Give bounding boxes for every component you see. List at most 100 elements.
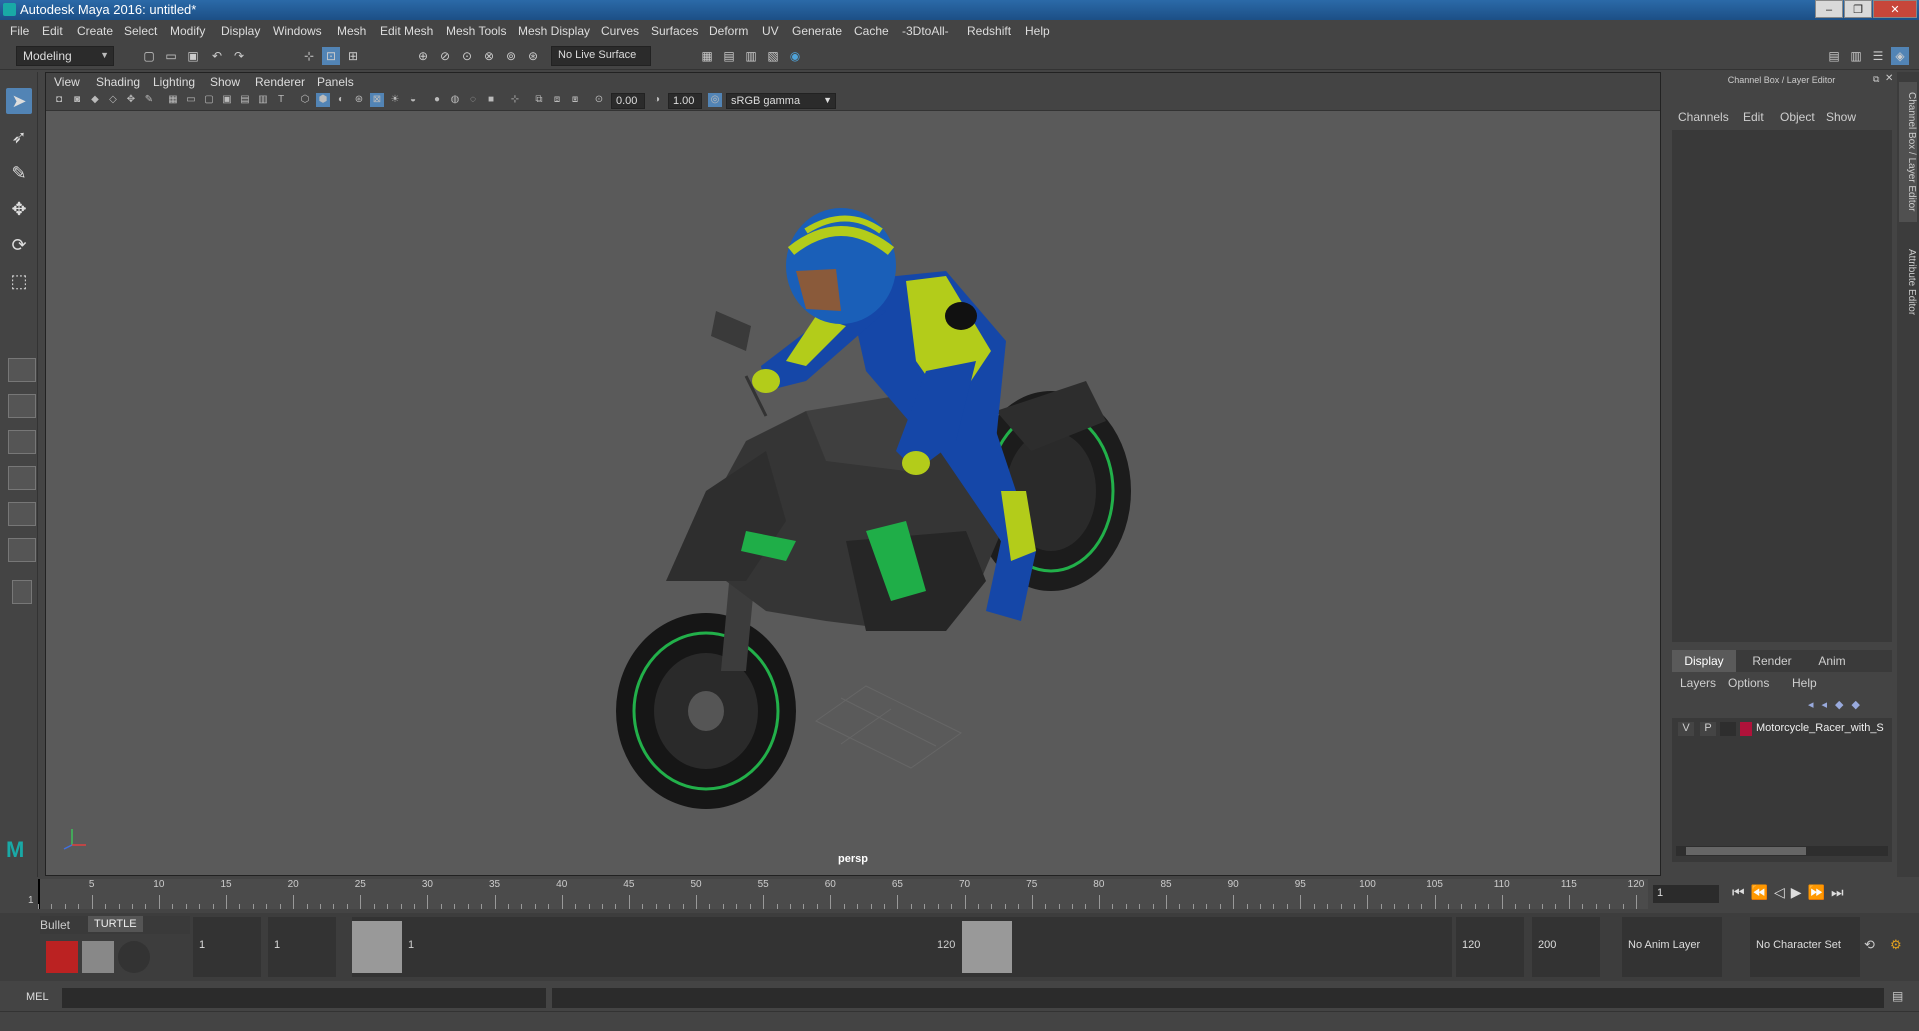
tab-anim[interactable]: Anim bbox=[1802, 650, 1862, 672]
wireframe-on-shaded-icon[interactable]: ⊛ bbox=[352, 93, 366, 107]
range-end-handle[interactable] bbox=[962, 921, 1012, 973]
layer-help-menu[interactable]: Help bbox=[1792, 676, 1817, 690]
scene-end-field[interactable]: 200 bbox=[1532, 917, 1600, 977]
current-frame-field[interactable]: 1 bbox=[1653, 885, 1719, 903]
save-scene-icon[interactable]: ▣ bbox=[184, 47, 202, 65]
script-editor-icon[interactable]: ▤ bbox=[1892, 989, 1910, 1007]
menu-mesh-tools[interactable]: Mesh Tools bbox=[446, 24, 506, 38]
tool-settings-icon[interactable]: ☰ bbox=[1869, 47, 1887, 65]
select-hierarchy-icon[interactable]: ⊹ bbox=[300, 47, 318, 65]
tab-render[interactable]: Render bbox=[1742, 650, 1802, 672]
field-chart-icon[interactable]: ▤ bbox=[238, 93, 252, 107]
camera-attributes-icon[interactable]: ◙ bbox=[70, 93, 84, 107]
menu-uv[interactable]: UV bbox=[762, 24, 779, 38]
viewport-panel[interactable]: View Shading Lighting Show Renderer Pane… bbox=[45, 72, 1661, 876]
menu-mesh-display[interactable]: Mesh Display bbox=[518, 24, 590, 38]
snap-together-icon[interactable]: ⊛ bbox=[524, 47, 542, 65]
isolate-select-icon[interactable]: ⊹ bbox=[508, 93, 522, 107]
mode-dropdown[interactable]: Modeling ▼ bbox=[16, 46, 114, 66]
depth-of-field-icon[interactable]: ■ bbox=[484, 93, 498, 107]
viewport-menu-renderer[interactable]: Renderer bbox=[255, 75, 305, 89]
motion-blur-icon[interactable]: ◍ bbox=[448, 93, 462, 107]
character-set-dropdown[interactable]: No Character Set bbox=[1750, 917, 1860, 977]
layer-playback-toggle[interactable]: P bbox=[1700, 722, 1716, 736]
sphere-icon[interactable] bbox=[118, 941, 150, 973]
command-input[interactable] bbox=[62, 988, 546, 1008]
range-start-handle[interactable] bbox=[352, 921, 402, 973]
graph-layout-icon[interactable] bbox=[8, 502, 36, 526]
menu-curves[interactable]: Curves bbox=[601, 24, 639, 38]
channel-list[interactable] bbox=[1672, 130, 1892, 642]
four-view-layout-icon[interactable] bbox=[8, 394, 36, 418]
menu-3dtoall[interactable]: -3DtoAll- bbox=[902, 24, 949, 38]
move-icon[interactable]: ✥ bbox=[6, 196, 32, 222]
outliner-layout-icon[interactable] bbox=[8, 466, 36, 490]
image-plane-icon[interactable]: ◇ bbox=[106, 93, 120, 107]
render-view-icon[interactable]: ▦ bbox=[698, 47, 716, 65]
snap-curve-icon[interactable]: ⊘ bbox=[436, 47, 454, 65]
open-scene-icon[interactable]: ▭ bbox=[162, 47, 180, 65]
menu-display[interactable]: Display bbox=[221, 24, 260, 38]
live-surface-field[interactable]: No Live Surface bbox=[551, 46, 651, 66]
gamma-icon[interactable]: ◑ bbox=[650, 93, 664, 107]
smooth-shade-icon[interactable]: ⬢ bbox=[316, 93, 330, 107]
playback-controls[interactable]: ⏮⏪◁▶⏩⏭ bbox=[1732, 884, 1912, 904]
default-material-icon[interactable]: ◐ bbox=[334, 93, 348, 107]
viewport-menu-shading[interactable]: Shading bbox=[96, 75, 140, 89]
xray-icon[interactable]: ⧉ bbox=[532, 93, 546, 107]
snap-point-icon[interactable]: ⊙ bbox=[458, 47, 476, 65]
side-by-side-layout-icon[interactable] bbox=[8, 430, 36, 454]
close-button[interactable]: ✕ bbox=[1873, 0, 1917, 18]
command-language-label[interactable]: MEL bbox=[26, 991, 49, 1003]
menu-create[interactable]: Create bbox=[77, 24, 113, 38]
menu-mesh[interactable]: Mesh bbox=[337, 24, 366, 38]
rotate-icon[interactable]: ⟳ bbox=[6, 232, 32, 258]
xray-components-icon[interactable]: ⧆ bbox=[568, 93, 582, 107]
anim-layer-dropdown[interactable]: No Anim Layer bbox=[1622, 917, 1722, 977]
channel-edit-menu[interactable]: Edit bbox=[1743, 110, 1764, 124]
menu-modify[interactable]: Modify bbox=[170, 24, 205, 38]
grease-pencil-icon[interactable]: ✎ bbox=[142, 93, 156, 107]
menu-select[interactable]: Select bbox=[124, 24, 157, 38]
xray-joints-icon[interactable]: ⧈ bbox=[550, 93, 564, 107]
gate-mask-icon[interactable]: ▣ bbox=[220, 93, 234, 107]
attribute-editor-toggle-icon[interactable]: ▥ bbox=[1847, 47, 1865, 65]
auto-key-icon[interactable]: ⟲ bbox=[1864, 937, 1882, 955]
select-component-icon[interactable]: ⊞ bbox=[344, 47, 362, 65]
preferences-icon[interactable]: ⚙ bbox=[1890, 937, 1908, 955]
menu-windows[interactable]: Windows bbox=[273, 24, 322, 38]
more-layouts-icon[interactable] bbox=[12, 580, 32, 604]
lasso-icon[interactable]: ➶ bbox=[6, 124, 32, 150]
hypershade-icon[interactable]: ◉ bbox=[786, 47, 804, 65]
viewport-menu-view[interactable]: View bbox=[54, 75, 80, 89]
channels-menu[interactable]: Channels bbox=[1678, 110, 1729, 124]
resolution-gate-icon[interactable]: ▢ bbox=[202, 93, 216, 107]
grid-icon[interactable]: ▦ bbox=[166, 93, 180, 107]
viewport-menu-show[interactable]: Show bbox=[210, 75, 240, 89]
range-slider[interactable]: 1 120 bbox=[352, 917, 1452, 977]
gamma-field[interactable]: 1.00 bbox=[668, 93, 702, 109]
menu-edit[interactable]: Edit bbox=[42, 24, 63, 38]
safe-action-icon[interactable]: ▥ bbox=[256, 93, 270, 107]
playback-end-field[interactable]: 120 bbox=[1456, 917, 1524, 977]
textured-icon[interactable]: ⊠ bbox=[370, 93, 384, 107]
layer-reference-toggle[interactable] bbox=[1720, 722, 1736, 736]
viewport-menu-lighting[interactable]: Lighting bbox=[153, 75, 195, 89]
bookmark-icon[interactable]: ◆ bbox=[88, 93, 102, 107]
2d-pan-icon[interactable]: ✥ bbox=[124, 93, 138, 107]
exposure-field[interactable]: 0.00 bbox=[611, 93, 645, 109]
safe-title-icon[interactable]: T bbox=[274, 93, 288, 107]
paint-icon[interactable]: ✎ bbox=[6, 160, 32, 186]
layer-color-swatch[interactable] bbox=[1740, 722, 1752, 736]
channel-object-menu[interactable]: Object bbox=[1780, 110, 1815, 124]
tab-channel-box[interactable]: Channel Box / Layer Editor bbox=[1899, 82, 1917, 222]
menu-redshift[interactable]: Redshift bbox=[967, 24, 1011, 38]
scene-start-field[interactable]: 1 bbox=[193, 917, 261, 977]
menu-cache[interactable]: Cache bbox=[854, 24, 889, 38]
layer-action-icons[interactable]: ◂◂◆◆ bbox=[1808, 698, 1888, 714]
use-all-lights-icon[interactable]: ☀ bbox=[388, 93, 402, 107]
render-settings-icon[interactable]: ▧ bbox=[764, 47, 782, 65]
menu-generate[interactable]: Generate bbox=[792, 24, 842, 38]
layer-visibility-toggle[interactable]: V bbox=[1678, 722, 1694, 736]
redo-icon[interactable]: ↷ bbox=[230, 47, 248, 65]
